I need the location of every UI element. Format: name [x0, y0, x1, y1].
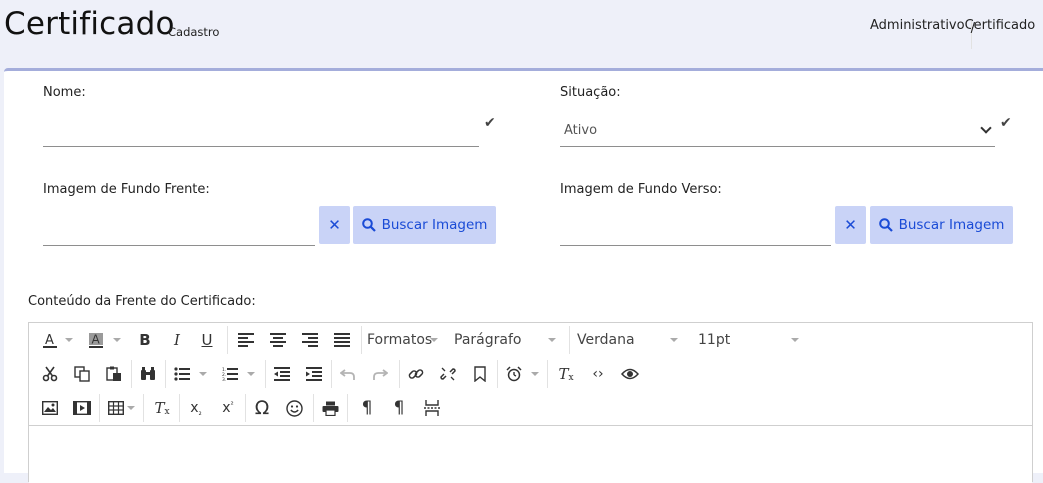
outdent-icon[interactable]	[269, 361, 295, 387]
find-replace-icon[interactable]	[135, 361, 161, 387]
conteudo-label: Conteúdo da Frente do Certificado:	[28, 294, 256, 309]
font-size-dropdown[interactable]: 11pt	[698, 332, 730, 348]
svg-text:A: A	[45, 333, 54, 348]
clear-formatting-icon[interactable]: Tx	[553, 361, 579, 387]
img-frente-search-label: Buscar Imagem	[381, 217, 488, 233]
bold-icon[interactable]: B	[133, 327, 157, 353]
background-color-icon[interactable]: A	[83, 327, 109, 353]
breadcrumb-item-administrativo[interactable]: Administrativo	[870, 18, 965, 33]
editor-toolbar: A A B I U Formatos Parágrafo Verdana 11p…	[29, 323, 1032, 426]
search-icon	[361, 218, 376, 232]
paragraph-dropdown[interactable]: Parágrafo	[454, 332, 521, 348]
toolbar-row-2: 1. 2. 3. T x ‹›	[29, 357, 1032, 391]
page-header: Certificado Cadastro Administrativo / Cert…	[0, 0, 1043, 68]
cut-icon[interactable]	[37, 361, 63, 387]
formats-caret[interactable]	[430, 338, 438, 342]
source-code-icon[interactable]: ‹›	[585, 361, 611, 387]
page-break-icon[interactable]	[419, 395, 445, 421]
underline-icon[interactable]: U	[195, 327, 219, 353]
editor-content-area[interactable]	[29, 426, 1032, 483]
italic-icon[interactable]: I	[165, 327, 189, 353]
formats-dropdown[interactable]: Formatos	[367, 332, 432, 348]
text-color-caret[interactable]	[65, 338, 73, 342]
link-icon[interactable]	[403, 361, 429, 387]
img-frente-label: Imagem de Fundo Frente:	[43, 182, 210, 197]
align-justify-icon[interactable]	[329, 327, 355, 353]
remove-format-icon[interactable]: Tx	[149, 395, 175, 421]
nome-input[interactable]	[43, 111, 479, 147]
paragraph-caret[interactable]	[548, 338, 556, 342]
toolbar-row-1: A A B I U Formatos Parágrafo Verdana 11p…	[29, 323, 1032, 357]
emoticons-icon[interactable]	[281, 395, 307, 421]
image-icon[interactable]	[37, 395, 63, 421]
svg-text:3.: 3.	[222, 377, 226, 381]
form-card: Nome: ✔ Situação: Ativo ✔ Imagem de Fund…	[4, 68, 1043, 483]
nome-valid-check-icon: ✔	[484, 115, 496, 131]
copy-icon[interactable]	[69, 361, 95, 387]
font-size-caret[interactable]	[791, 338, 799, 342]
numbered-list-caret[interactable]	[247, 372, 255, 376]
breadcrumb-separator: /	[970, 21, 975, 49]
align-right-icon[interactable]	[297, 327, 323, 353]
close-icon: ✕	[844, 216, 857, 234]
img-frente-input[interactable]	[43, 209, 315, 246]
special-character-icon[interactable]: Ω	[249, 395, 275, 421]
table-caret[interactable]	[127, 406, 135, 410]
align-left-icon[interactable]	[233, 327, 259, 353]
superscript-icon[interactable]: x²	[215, 395, 241, 421]
img-verso-search-button[interactable]: Buscar Imagem	[870, 206, 1013, 244]
numbered-list-icon[interactable]: 1. 2. 3.	[217, 361, 243, 387]
preview-eye-icon[interactable]	[617, 361, 643, 387]
situacao-label: Situação:	[560, 85, 621, 100]
font-family-dropdown[interactable]: Verdana	[577, 332, 635, 348]
visual-chars-pilcrow-icon[interactable]: ¶	[387, 395, 411, 421]
situacao-select[interactable]: Ativo	[560, 111, 995, 147]
search-icon	[878, 218, 893, 232]
img-frente-search-button[interactable]: Buscar Imagem	[353, 206, 496, 244]
background-color-caret[interactable]	[113, 338, 121, 342]
situacao-valid-check-icon: ✔	[1000, 115, 1012, 131]
bookmark-icon[interactable]	[467, 361, 493, 387]
close-icon: ✕	[328, 216, 341, 234]
insert-datetime-caret[interactable]	[531, 372, 539, 376]
unlink-icon[interactable]	[435, 361, 461, 387]
subscript-icon[interactable]: x₂	[183, 395, 209, 421]
alarm-clock-icon[interactable]	[501, 361, 527, 387]
font-family-caret[interactable]	[670, 338, 678, 342]
toolbar-row-3: Tx x₂ x² Ω ¶ ¶	[29, 391, 1032, 425]
paste-icon[interactable]	[101, 361, 127, 387]
svg-text:A: A	[92, 333, 101, 347]
undo-icon[interactable]	[335, 361, 361, 387]
page-title: Certificado	[4, 6, 175, 42]
rich-text-editor: A A B I U Formatos Parágrafo Verdana 11p…	[28, 322, 1033, 483]
redo-icon[interactable]	[367, 361, 393, 387]
breadcrumb-item-certificado[interactable]: Certificado	[965, 18, 1036, 33]
situacao-selected-value: Ativo	[564, 123, 598, 138]
img-frente-clear-button[interactable]: ✕	[319, 206, 350, 244]
text-color-icon[interactable]: A	[37, 327, 63, 353]
img-verso-label: Imagem de Fundo Verso:	[560, 182, 722, 197]
breadcrumb: Administrativo / Certificado	[870, 18, 1036, 49]
table-icon[interactable]	[103, 395, 129, 421]
media-icon[interactable]	[69, 395, 95, 421]
bullet-list-icon[interactable]	[169, 361, 195, 387]
nome-label: Nome:	[43, 85, 86, 100]
page-subtitle: Cadastro	[168, 25, 220, 39]
align-center-icon[interactable]	[265, 327, 291, 353]
bullet-list-caret[interactable]	[199, 372, 207, 376]
img-verso-input[interactable]	[560, 209, 831, 246]
img-verso-search-label: Buscar Imagem	[898, 217, 1005, 233]
chevron-down-icon	[980, 122, 992, 134]
print-icon[interactable]	[317, 395, 343, 421]
show-blocks-pilcrow-icon[interactable]: ¶	[355, 395, 379, 421]
indent-icon[interactable]	[301, 361, 327, 387]
img-verso-clear-button[interactable]: ✕	[835, 206, 866, 244]
